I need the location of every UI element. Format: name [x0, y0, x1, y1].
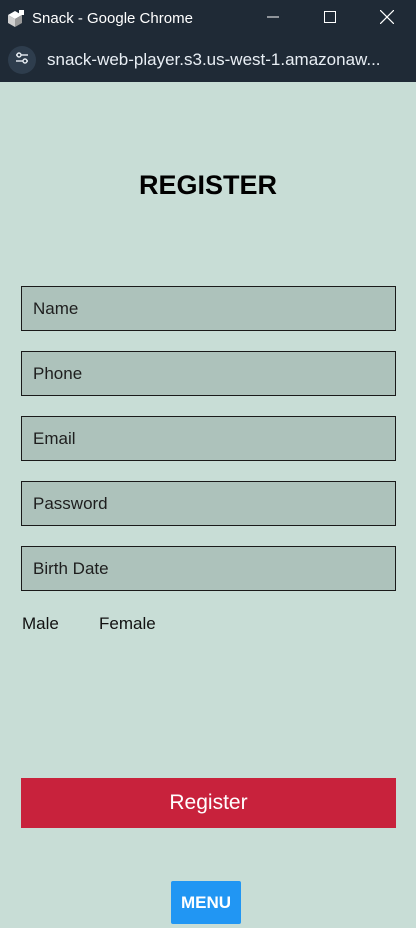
maximize-button[interactable]	[301, 0, 358, 38]
site-info-button[interactable]	[8, 46, 36, 74]
site-settings-icon	[14, 50, 30, 71]
gender-option-female[interactable]: Female	[99, 614, 156, 634]
maximize-icon	[323, 10, 336, 28]
gender-option-male[interactable]: Male	[22, 614, 59, 634]
close-button[interactable]	[358, 0, 415, 38]
email-input[interactable]	[21, 416, 396, 461]
snack-app-icon	[6, 9, 26, 29]
menu-button[interactable]: MENU	[171, 881, 241, 924]
title-bar: Snack - Google Chrome	[0, 0, 416, 38]
birth-date-input[interactable]	[21, 546, 396, 591]
page-content: REGISTER Male Female Register MENU	[0, 82, 416, 928]
minimize-button[interactable]	[244, 0, 301, 38]
minimize-icon	[266, 10, 279, 28]
window-title: Snack - Google Chrome	[32, 10, 193, 27]
browser-window: Snack - Google Chrome snack-web-player.s…	[0, 0, 416, 928]
url-text[interactable]: snack-web-player.s3.us-west-1.amazonaw..…	[47, 50, 392, 70]
page-title: REGISTER	[138, 170, 278, 200]
name-input[interactable]	[21, 286, 396, 331]
register-button[interactable]: Register	[21, 778, 396, 828]
password-input[interactable]	[21, 481, 396, 526]
close-icon	[379, 9, 394, 29]
address-bar: snack-web-player.s3.us-west-1.amazonaw..…	[0, 38, 416, 82]
phone-input[interactable]	[21, 351, 396, 396]
